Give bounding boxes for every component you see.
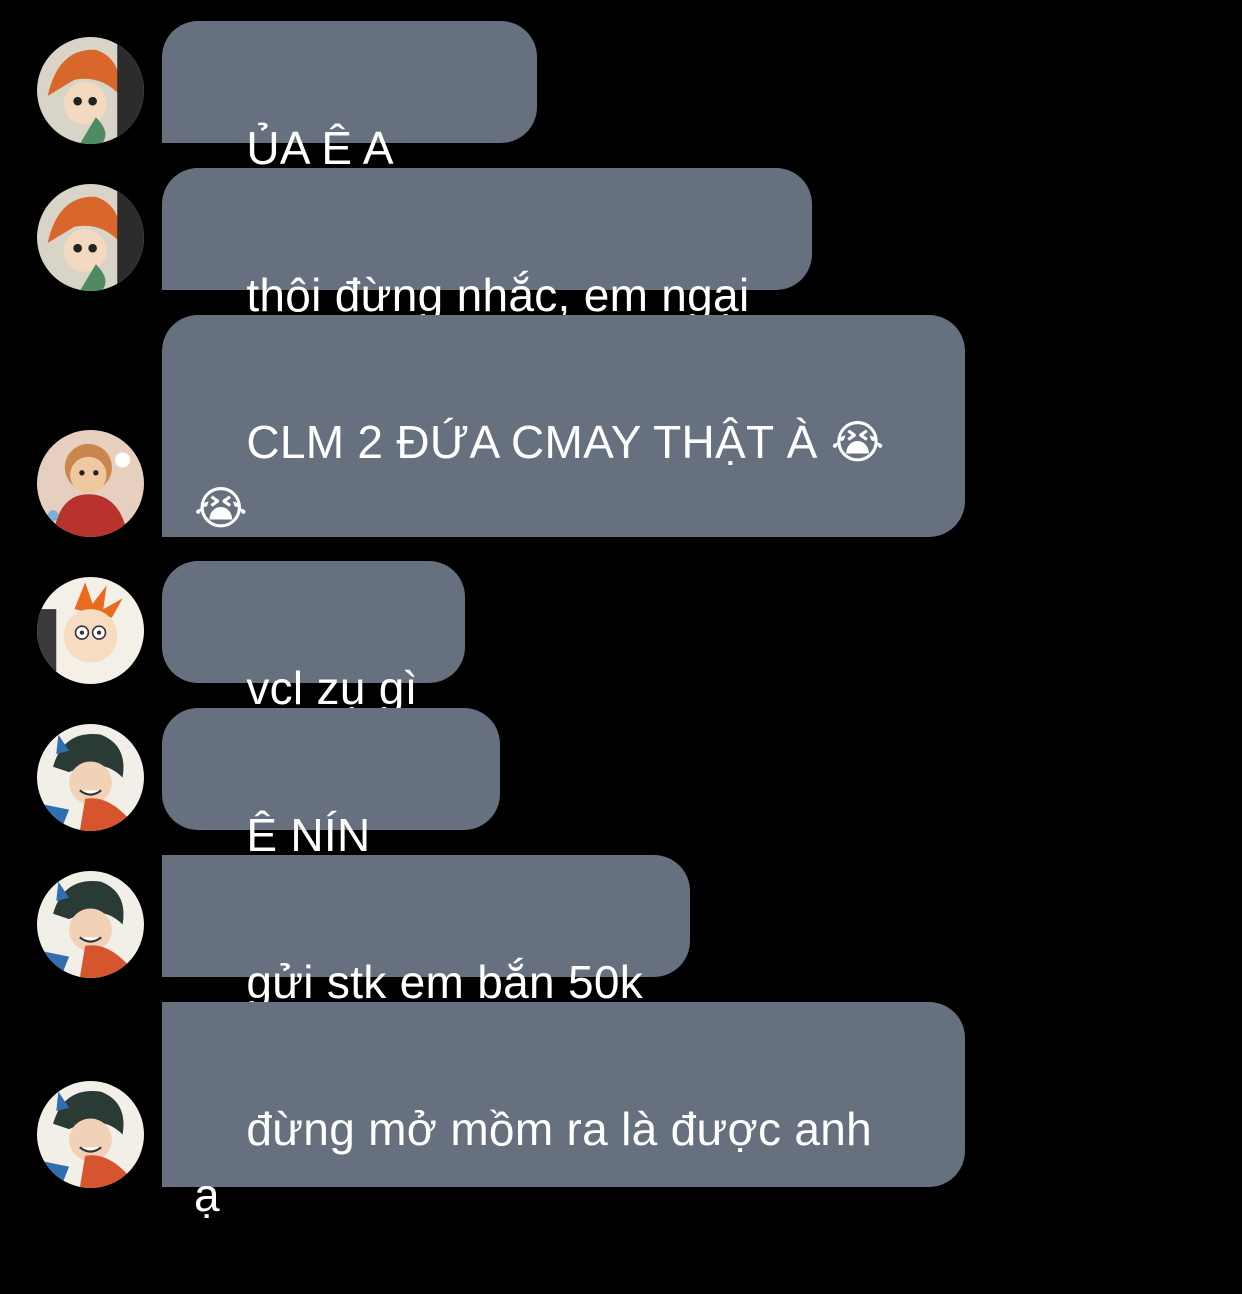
- message-text: thôi đừng nhắc, em ngại: [246, 269, 750, 321]
- message-avatar[interactable]: [37, 430, 144, 537]
- message-avatar[interactable]: [37, 1081, 144, 1188]
- message-text: gửi stk em bắn 50k: [246, 956, 644, 1008]
- avatar-red-scarf-icon: [37, 430, 144, 537]
- message-bubble[interactable]: vcl zụ gì ?: [162, 561, 465, 780]
- avatar-dark-hair-icon: [37, 871, 144, 978]
- message-avatar[interactable]: [37, 724, 144, 831]
- message-text: đừng mở mồm ra là được anh ạ: [194, 1103, 873, 1221]
- message-bubble[interactable]: CLM 2 ĐỨA CMAY THẬT À 😭 😭: [162, 315, 965, 537]
- avatar-dark-hair-icon: [37, 724, 144, 831]
- message-avatar[interactable]: [37, 37, 144, 144]
- message-avatar[interactable]: [37, 577, 144, 684]
- avatar-orange-hair-icon: [37, 37, 144, 144]
- avatar-orange-hair-icon: [37, 184, 144, 291]
- message-text: CLM 2 ĐỨA CMAY THẬT À 😭 😭: [194, 416, 885, 534]
- message-bubble[interactable]: ỦA Ê A =))))): [162, 21, 537, 240]
- message-bubble[interactable]: gửi stk em bắn 50k: [162, 855, 690, 1008]
- message-avatar[interactable]: [37, 184, 144, 291]
- avatar-dark-hair-icon: [37, 1081, 144, 1188]
- message-bubble[interactable]: thôi đừng nhắc, em ngại: [162, 168, 812, 321]
- message-avatar[interactable]: [37, 871, 144, 978]
- message-bubble[interactable]: đừng mở mồm ra là được anh ạ: [162, 1002, 965, 1221]
- message-bubble[interactable]: Ê NÍN NHA: [162, 708, 500, 927]
- avatar-orange-spiky-icon: [37, 577, 144, 684]
